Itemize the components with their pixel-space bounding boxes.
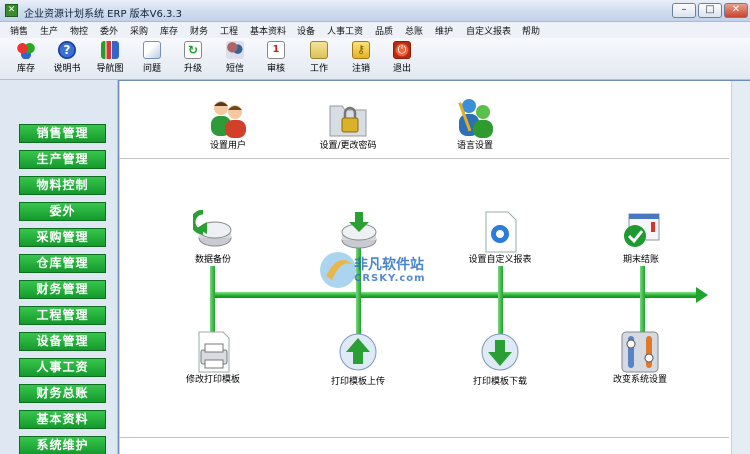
menu-production[interactable]: 生产 [40,24,58,37]
system-settings-icon [620,330,660,373]
toolbar-inventory-button[interactable]: 库存 [7,40,45,78]
section-divider-bottom [119,437,729,438]
menu-maintenance[interactable]: 维护 [435,24,453,37]
menu-hr-payroll[interactable]: 人事工资 [327,24,363,37]
period-close-icon [621,210,661,250]
toolbar-sms-button[interactable]: 短信 [216,40,254,78]
set-password-button[interactable]: 设置/更改密码 [313,96,383,151]
custom-report-button[interactable]: 设置自定义报表 [465,210,535,265]
left-menu-production[interactable]: 生产管理 [19,150,106,169]
window-title: 企业资源计划系统 ERP 版本V6.3.3 [24,9,182,20]
logout-key-icon: ⚷ [352,41,370,59]
toolbar-upgrade-button[interactable]: ↻ 升级 [174,40,212,78]
toolbar-logout-button[interactable]: ⚷ 注销 [342,40,380,78]
audit-icon: 1 [267,41,285,59]
work-icon [310,41,328,59]
language-icon [455,96,495,138]
maximize-button[interactable]: □ [698,3,722,18]
sms-icon [226,41,244,59]
left-menu-basic-data[interactable]: 基本资料 [19,410,106,429]
left-menu-hr-payroll[interactable]: 人事工资 [19,358,106,377]
period-close-button[interactable]: 期末结账 [616,210,666,265]
toolbar-issue-button[interactable]: 问题 [133,40,171,78]
upload-print-template-button[interactable]: 打印模板上传 [326,332,390,387]
left-menu-equipment[interactable]: 设备管理 [19,332,106,351]
left-menu-outsourcing[interactable]: 委外 [19,202,106,221]
navigation-map-icon [101,41,119,59]
flow-connector-1 [210,266,215,336]
set-users-button[interactable]: 设置用户 [198,96,258,151]
title-bar: ✕ 企业资源计划系统 ERP 版本V6.3.3 – □ ✕ [0,0,750,22]
menu-quality[interactable]: 品质 [375,24,393,37]
menu-equipment[interactable]: 设备 [297,24,315,37]
upload-icon [338,332,378,372]
custom-report-icon [480,210,520,253]
toolbar-manual-button[interactable]: ? 说明书 [48,40,86,78]
left-menu-warehouse[interactable]: 仓库管理 [19,254,106,273]
left-menu-engineering[interactable]: 工程管理 [19,306,106,325]
menu-custom-report[interactable]: 自定义报表 [466,24,511,37]
restore-icon [339,210,379,250]
password-lock-icon [328,96,368,137]
left-menu-sales[interactable]: 销售管理 [19,124,106,143]
toolbar-audit-button[interactable]: 1 审核 [257,40,295,78]
watermark-logo: 非凡软件站 CRSKY.com [318,246,434,294]
menu-basic-data[interactable]: 基本资料 [250,24,286,37]
menu-ledger[interactable]: 总账 [405,24,423,37]
data-backup-button[interactable]: 数据备份 [188,209,238,265]
users-icon [208,96,248,138]
right-edge-panel [731,81,750,454]
process-flow-arrow-icon [696,287,708,303]
left-menu-purchasing[interactable]: 采购管理 [19,228,106,247]
close-button[interactable]: ✕ [724,3,748,18]
menu-outsourcing[interactable]: 委外 [100,24,118,37]
toolbar-navigation-button[interactable]: 导航图 [91,40,129,78]
menu-finance[interactable]: 财务 [190,24,208,37]
help-icon: ? [58,41,76,59]
menu-purchasing[interactable]: 采购 [130,24,148,37]
change-system-settings-button[interactable]: 改变系统设置 [610,330,670,385]
download-print-template-button[interactable]: 打印模板下载 [468,332,532,387]
menu-help[interactable]: 帮助 [522,24,540,37]
menu-inventory[interactable]: 库存 [160,24,178,37]
flow-connector-4 [640,266,645,336]
menu-engineering[interactable]: 工程 [220,24,238,37]
flow-connector-3 [498,266,503,336]
left-menu-material-control[interactable]: 物料控制 [19,176,106,195]
app-icon: ✕ [5,4,18,17]
toolbar: 库存 ? 说明书 导航图 问题 ↻ 升级 短信 1 审核 工作 ⚷ 注销 ⏻ 退… [0,38,750,80]
inventory-icon [17,41,35,59]
toolbar-work-button[interactable]: 工作 [300,40,338,78]
issue-icon [143,41,161,59]
toolbar-exit-button[interactable]: ⏻ 退出 [383,40,421,78]
menu-material-control[interactable]: 物控 [70,24,88,37]
menu-bar: 销售 生产 物控 委外 采购 库存 财务 工程 基本资料 设备 人事工资 品质 … [0,22,750,38]
print-template-icon [193,330,233,373]
download-icon [480,332,520,372]
exit-icon: ⏻ [393,41,411,59]
language-settings-button[interactable]: 语言设置 [450,96,500,151]
process-flow-line [210,292,698,298]
modify-print-template-button[interactable]: 修改打印模板 [180,330,246,385]
backup-icon [190,209,233,250]
left-menu-system-maintenance[interactable]: 系统维护 [19,436,106,454]
left-menu-panel: 销售管理 生产管理 物料控制 委外 采购管理 仓库管理 财务管理 工程管理 设备… [0,80,118,454]
left-menu-finance[interactable]: 财务管理 [19,280,106,299]
left-menu-general-ledger[interactable]: 财务总账 [19,384,106,403]
upgrade-icon: ↻ [184,41,202,59]
menu-sales[interactable]: 销售 [10,24,28,37]
minimize-button[interactable]: – [672,3,696,18]
section-divider-top [119,158,729,159]
